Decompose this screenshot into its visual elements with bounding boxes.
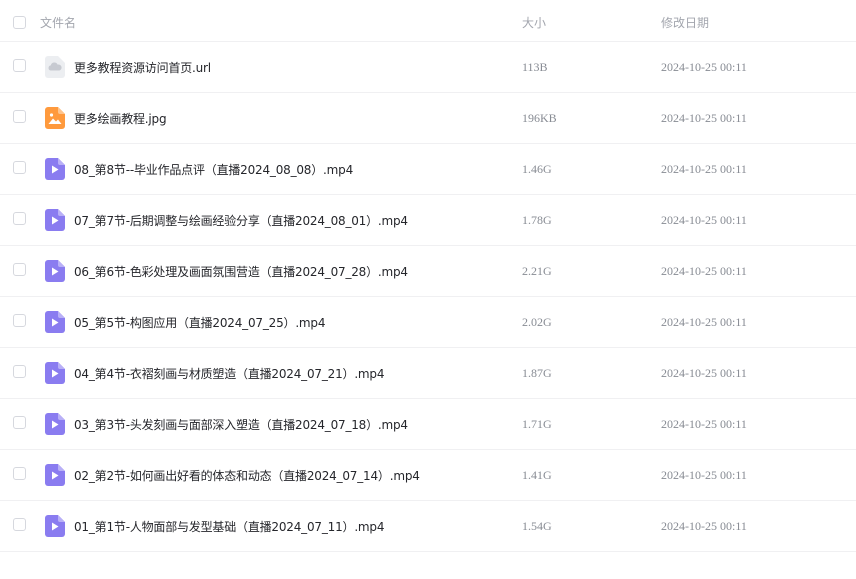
row-checkbox[interactable] — [13, 110, 26, 123]
file-name[interactable]: 04_第4节-衣褶刻画与材质塑造（直播2024_07_21）.mp4 — [74, 365, 384, 382]
file-size: 2.21G — [522, 264, 552, 278]
file-name[interactable]: 更多绘画教程.jpg — [74, 110, 167, 127]
file-row[interactable]: 08_第8节--毕业作品点评（直播2024_08_08）.mp4 1.46G 202… — [0, 144, 856, 195]
file-row[interactable]: 02_第2节-如何画出好看的体态和动态（直播2024_07_14）.mp4 1.4… — [0, 450, 856, 501]
file-modified-date: 2024-10-25 00:11 — [661, 366, 747, 380]
row-checkbox[interactable] — [13, 365, 26, 378]
file-name[interactable]: 01_第1节-人物面部与发型基础（直播2024_07_11）.mp4 — [74, 518, 384, 535]
file-row[interactable]: 更多教程资源访问首页.url 113B 2024-10-25 00:11 — [0, 42, 856, 93]
video-file-icon — [45, 209, 65, 231]
row-checkbox[interactable] — [13, 314, 26, 327]
row-checkbox[interactable] — [13, 416, 26, 429]
file-modified-date: 2024-10-25 00:11 — [661, 60, 747, 74]
file-name[interactable]: 02_第2节-如何画出好看的体态和动态（直播2024_07_14）.mp4 — [74, 467, 420, 484]
file-list: 文件名 大小 修改日期 更多教程资源访问首页.url 113B 2024-10-25… — [0, 0, 856, 579]
file-row[interactable]: 04_第4节-衣褶刻画与材质塑造（直播2024_07_21）.mp4 1.87G 2… — [0, 348, 856, 399]
column-header-size[interactable]: 大小 — [522, 14, 546, 31]
file-modified-date: 2024-10-25 00:11 — [661, 264, 747, 278]
file-size: 1.41G — [522, 468, 552, 482]
video-file-icon — [45, 464, 65, 486]
file-size: 1.54G — [522, 519, 552, 533]
row-checkbox[interactable] — [13, 59, 26, 72]
column-header-name[interactable]: 文件名 — [40, 14, 76, 31]
file-size: 1.87G — [522, 366, 552, 380]
file-modified-date: 2024-10-25 00:11 — [661, 468, 747, 482]
select-all-checkbox[interactable] — [13, 16, 26, 29]
row-checkbox[interactable] — [13, 518, 26, 531]
file-modified-date: 2024-10-25 00:11 — [661, 519, 747, 533]
video-file-icon — [45, 413, 65, 435]
file-size: 1.71G — [522, 417, 552, 431]
file-name[interactable]: 03_第3节-头发刻画与面部深入塑造（直播2024_07_18）.mp4 — [74, 416, 408, 433]
file-row[interactable]: 01_第1节-人物面部与发型基础（直播2024_07_11）.mp4 1.54G 2… — [0, 501, 856, 552]
file-size: 1.78G — [522, 213, 552, 227]
file-name[interactable]: 05_第5节-构图应用（直播2024_07_25）.mp4 — [74, 314, 325, 331]
file-modified-date: 2024-10-25 00:11 — [661, 315, 747, 329]
video-file-icon — [45, 515, 65, 537]
file-row[interactable]: 更多绘画教程.jpg 196KB 2024-10-25 00:11 — [0, 93, 856, 144]
column-header-date[interactable]: 修改日期 — [661, 14, 709, 31]
video-file-icon — [45, 362, 65, 384]
row-checkbox[interactable] — [13, 212, 26, 225]
file-size: 2.02G — [522, 315, 552, 329]
file-name[interactable]: 06_第6节-色彩处理及画面氛围营造（直播2024_07_28）.mp4 — [74, 263, 408, 280]
file-name[interactable]: 07_第7节-后期调整与绘画经验分享（直播2024_08_01）.mp4 — [74, 212, 408, 229]
file-size: 113B — [522, 60, 548, 74]
row-checkbox[interactable] — [13, 161, 26, 174]
file-row[interactable]: 06_第6节-色彩处理及画面氛围营造（直播2024_07_28）.mp4 2.21… — [0, 246, 856, 297]
image-file-icon — [45, 107, 65, 129]
link-file-icon — [45, 56, 65, 78]
row-checkbox[interactable] — [13, 467, 26, 480]
file-name[interactable]: 08_第8节--毕业作品点评（直播2024_08_08）.mp4 — [74, 161, 353, 178]
row-checkbox[interactable] — [13, 263, 26, 276]
file-rows: 更多教程资源访问首页.url 113B 2024-10-25 00:11 更多绘画教程… — [0, 42, 856, 552]
file-modified-date: 2024-10-25 00:11 — [661, 417, 747, 431]
file-size: 1.46G — [522, 162, 552, 176]
file-row[interactable]: 03_第3节-头发刻画与面部深入塑造（直播2024_07_18）.mp4 1.71… — [0, 399, 856, 450]
file-row[interactable]: 07_第7节-后期调整与绘画经验分享（直播2024_08_01）.mp4 1.78… — [0, 195, 856, 246]
file-list-header: 文件名 大小 修改日期 — [0, 0, 856, 42]
video-file-icon — [45, 260, 65, 282]
video-file-icon — [45, 158, 65, 180]
file-modified-date: 2024-10-25 00:11 — [661, 162, 747, 176]
file-modified-date: 2024-10-25 00:11 — [661, 111, 747, 125]
file-name[interactable]: 更多教程资源访问首页.url — [74, 59, 211, 76]
file-size: 196KB — [522, 111, 557, 125]
video-file-icon — [45, 311, 65, 333]
file-modified-date: 2024-10-25 00:11 — [661, 213, 747, 227]
file-row[interactable]: 05_第5节-构图应用（直播2024_07_25）.mp4 2.02G 2024-1… — [0, 297, 856, 348]
